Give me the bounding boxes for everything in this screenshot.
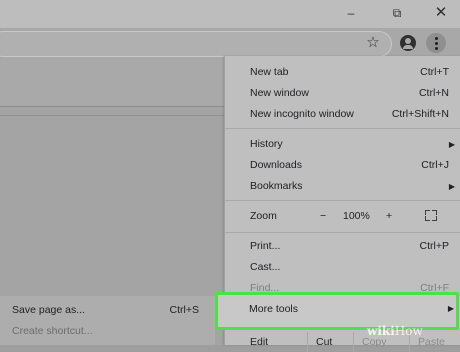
wikihow-watermark: wikiHow xyxy=(367,324,423,338)
menu-item-label: New window xyxy=(250,87,309,99)
menu-item-label: Edit xyxy=(250,336,269,348)
menu-separator xyxy=(225,200,460,201)
menu-item-label: Downloads xyxy=(250,159,302,171)
menu-item-save-page[interactable]: Save page as... Ctrl+S xyxy=(12,300,207,320)
menu-item-new-incognito-window[interactable]: New incognito window Ctrl+Shift+N xyxy=(225,104,460,125)
submenu-arrow-icon: ▶ xyxy=(447,304,454,313)
menu-item-downloads[interactable]: Downloads Ctrl+J xyxy=(225,155,460,176)
shortcut-label: Ctrl+J xyxy=(421,159,449,171)
menu-item-create-shortcut[interactable]: Create shortcut... xyxy=(12,321,207,341)
menu-item-new-window[interactable]: New window Ctrl+N xyxy=(225,83,460,104)
menu-item-label: Print... xyxy=(250,240,281,252)
menu-item-label: Create shortcut... xyxy=(12,325,93,337)
shortcut-label: Ctrl+S xyxy=(169,304,199,316)
watermark-wiki: wiki xyxy=(367,324,395,338)
menu-item-label: Save page as... xyxy=(12,304,85,316)
zoom-out-button[interactable]: − xyxy=(320,206,326,227)
profile-avatar-icon[interactable] xyxy=(400,35,416,51)
restore-icon[interactable]: ⧉ xyxy=(386,4,408,22)
menu-kebab-icon[interactable] xyxy=(426,33,446,53)
zoom-level: 100% xyxy=(343,210,370,222)
menu-item-history[interactable]: History ▶ xyxy=(225,134,460,155)
submenu-arrow-icon: ▶ xyxy=(448,182,455,191)
window-title-bar: – ⧉ ✕ xyxy=(0,0,460,28)
bookmark-star-icon[interactable]: ☆ xyxy=(364,34,382,52)
menu-separator xyxy=(225,128,460,129)
menu-item-label: More tools xyxy=(249,303,299,315)
divider xyxy=(0,115,224,116)
close-icon[interactable]: ✕ xyxy=(430,4,452,22)
menu-item-new-tab[interactable]: New tab Ctrl+T xyxy=(225,62,460,83)
menu-item-edit: Edit Cut Copy Paste xyxy=(225,332,460,352)
minimize-icon[interactable]: – xyxy=(340,4,362,22)
menu-item-print[interactable]: Print... Ctrl+P xyxy=(225,236,460,257)
menu-item-zoom: Zoom − 100% + xyxy=(225,206,460,227)
menu-item-label: New incognito window xyxy=(250,108,354,120)
menu-separator xyxy=(225,232,460,233)
menu-item-label: History xyxy=(250,138,283,150)
menu-item-label: New tab xyxy=(250,66,289,78)
zoom-in-button[interactable]: + xyxy=(386,206,392,227)
shortcut-label: Ctrl+P xyxy=(419,240,449,252)
more-tools-submenu: Save page as... Ctrl+S Create shortcut..… xyxy=(0,296,215,345)
shortcut-label: Ctrl+N xyxy=(418,87,449,99)
menu-item-label: Cast... xyxy=(250,261,281,273)
menu-item-cast[interactable]: Cast... xyxy=(225,257,460,278)
shortcut-label: Ctrl+T xyxy=(420,66,449,78)
address-bar[interactable] xyxy=(0,31,392,57)
menu-item-label: Zoom xyxy=(250,210,277,222)
menu-item-label: Bookmarks xyxy=(250,180,303,192)
cut-button[interactable]: Cut xyxy=(307,332,332,352)
fullscreen-icon[interactable] xyxy=(425,210,437,221)
watermark-how: How xyxy=(394,324,423,338)
submenu-arrow-icon: ▶ xyxy=(448,140,455,149)
shortcut-label: Ctrl+Shift+N xyxy=(391,108,449,120)
page-header-band xyxy=(0,60,224,107)
menu-item-bookmarks[interactable]: Bookmarks ▶ xyxy=(225,176,460,197)
